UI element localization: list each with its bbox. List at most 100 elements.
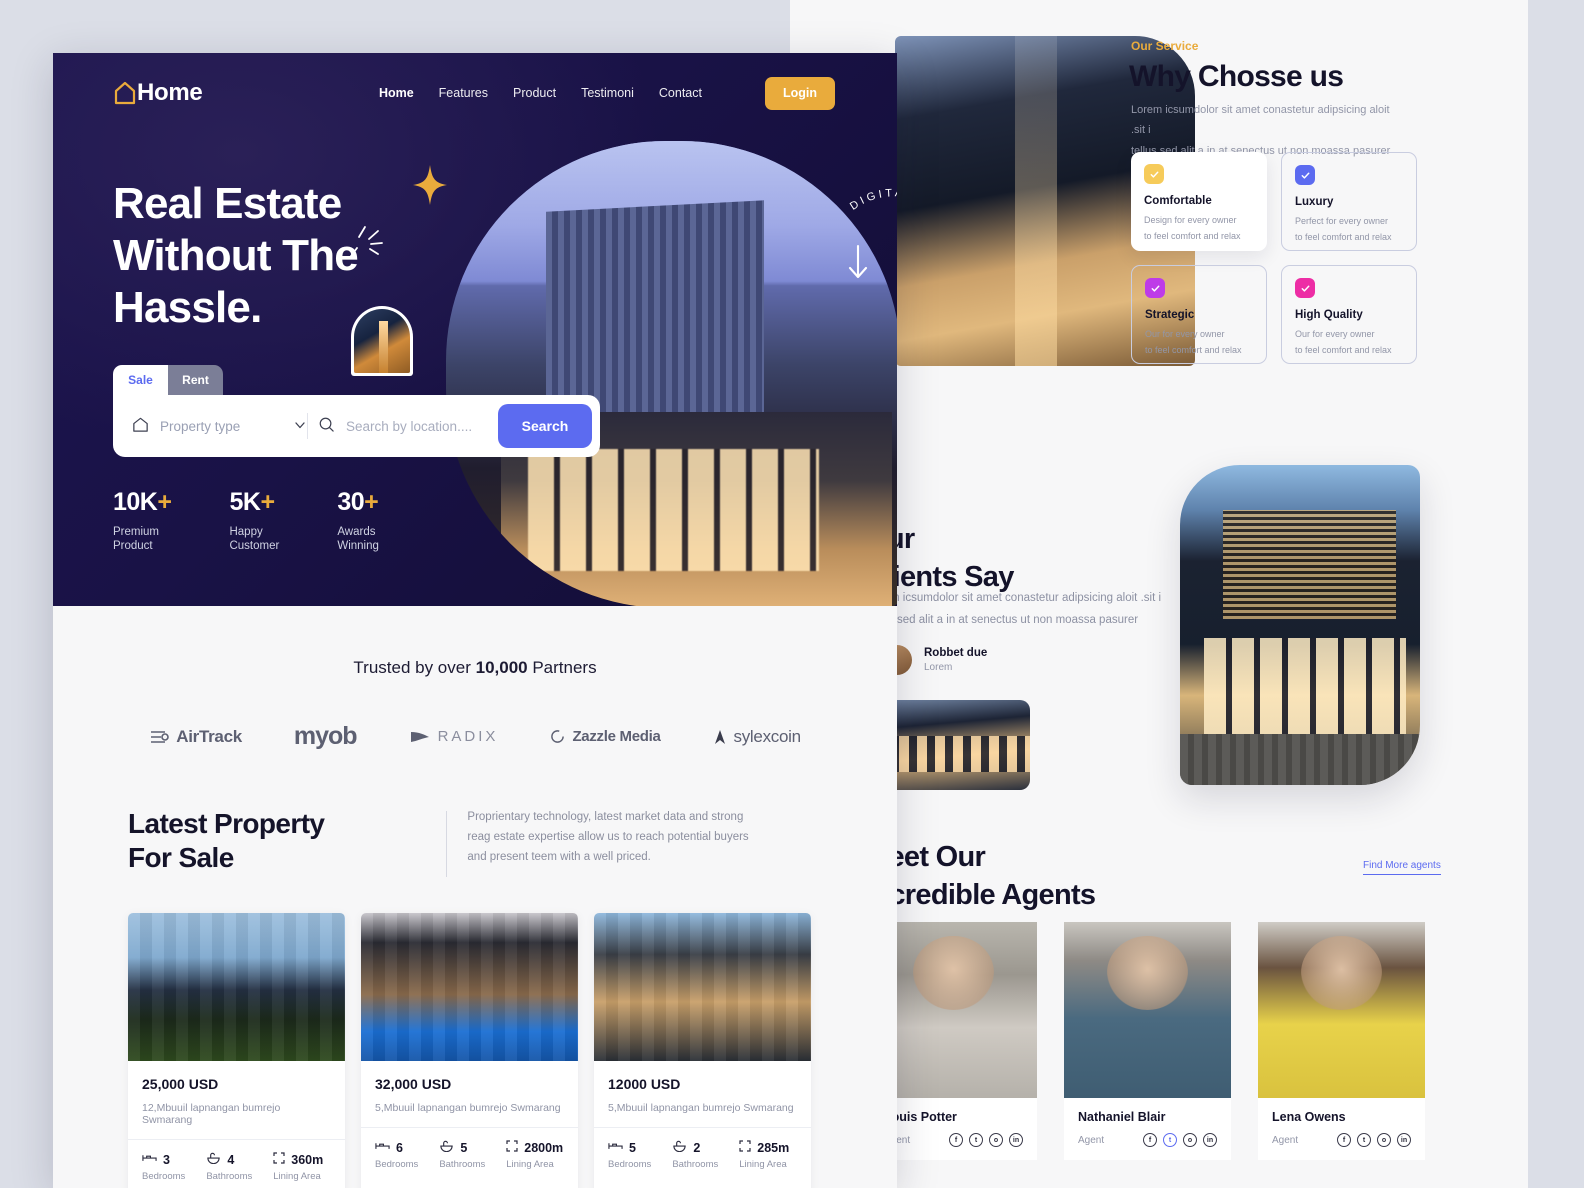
testimonial-person-role: Lorem: [924, 662, 953, 673]
chevron-down-icon: [293, 418, 307, 435]
area-icon: [506, 1140, 518, 1155]
instagram-icon[interactable]: o: [1183, 1133, 1197, 1147]
service-title: Why Chosse us: [1129, 60, 1344, 93]
facebook-icon[interactable]: f: [1337, 1133, 1351, 1147]
location-placeholder: Search by location....: [346, 418, 473, 434]
nav-item-home[interactable]: Home: [379, 86, 414, 100]
agent-card[interactable]: Nathaniel Blair Agent f t o in: [1064, 922, 1231, 1160]
latest-property-description: Proprientary technology, latest market d…: [467, 811, 749, 864]
property-price: 32,000 USD: [375, 1076, 452, 1092]
bath-icon: [672, 1140, 687, 1155]
agents-list: Louis Potter Agent f t o in Nathaniel Bl…: [870, 922, 1425, 1160]
property-price: 12000 USD: [608, 1076, 681, 1092]
service-card-text: Our for every owner to feel comfort and …: [1295, 329, 1392, 355]
hero-stats: 10K+ Premium Product 5K+ Happy Customer …: [113, 488, 379, 554]
twitter-icon[interactable]: t: [1357, 1133, 1371, 1147]
property-area: 360m Lining Area: [273, 1152, 324, 1182]
nav-item-product[interactable]: Product: [513, 86, 556, 100]
divider: [446, 811, 448, 877]
search-tabs: Sale Rent: [113, 365, 600, 395]
nav-item-features[interactable]: Features: [439, 86, 488, 100]
partner-logo-sylexcoin: sylexcoin: [713, 727, 801, 747]
service-card-comfortable[interactable]: Comfortable Design for every owner to fe…: [1131, 152, 1267, 251]
service-card-text: Design for every owner to feel comfort a…: [1144, 215, 1241, 241]
service-card-high-quality[interactable]: High Quality Our for every owner to feel…: [1281, 265, 1417, 364]
linkedin-icon[interactable]: in: [1009, 1133, 1023, 1147]
nav-links: Home Features Product Testimoni Contact …: [379, 76, 897, 110]
agent-role: Agent: [1078, 1134, 1105, 1146]
search-button[interactable]: Search: [498, 404, 592, 448]
nav-item-testimoni[interactable]: Testimoni: [581, 86, 634, 100]
tab-rent[interactable]: Rent: [168, 365, 223, 395]
linkedin-icon[interactable]: in: [1397, 1133, 1411, 1147]
tab-sale[interactable]: Sale: [113, 365, 168, 395]
property-address: 12,Mbuuil lapnangan bumrejo Swmarang: [142, 1102, 281, 1126]
stat-item: 10K+ Premium Product: [113, 488, 172, 554]
service-card-title: High Quality: [1295, 309, 1363, 321]
bed-icon: [142, 1152, 157, 1167]
testimonial-person-name: Robbet due: [924, 647, 988, 659]
instagram-icon[interactable]: o: [1377, 1133, 1391, 1147]
partner-logo-airtrack: AirTrack: [149, 727, 242, 747]
service-card-luxury[interactable]: Luxury Perfect for every owner to feel c…: [1281, 152, 1417, 251]
agent-name: Nathaniel Blair: [1078, 1110, 1166, 1124]
property-area: 285m Lining Area: [739, 1140, 790, 1170]
twitter-icon[interactable]: t: [969, 1133, 983, 1147]
stat-item: 30+ Awards Winning: [337, 488, 379, 554]
search-icon: [318, 416, 335, 436]
property-photo: [128, 913, 345, 1061]
find-more-agents-link[interactable]: Find More agents: [1363, 860, 1441, 875]
property-meta: 3 Bedrooms 4 Bathrooms 360m Lining Area: [128, 1139, 345, 1188]
stat-value: 30: [337, 488, 365, 516]
property-cards: 25,000 USD 12,Mbuuil lapnangan bumrejo S…: [128, 913, 897, 1188]
property-meta: 5 Bedrooms 2 Bathrooms 285m Lining Area: [594, 1127, 811, 1184]
bed-icon: [608, 1140, 623, 1155]
search-bar: Property type Search by location.... Sea…: [113, 395, 600, 457]
divider: [307, 413, 308, 439]
service-card-strategic[interactable]: Strategic Our for every owner to feel co…: [1131, 265, 1267, 364]
area-icon: [739, 1140, 751, 1155]
agent-social-links: f t o in: [1143, 1133, 1217, 1147]
twitter-icon[interactable]: t: [1163, 1133, 1177, 1147]
property-photo: [361, 913, 578, 1061]
agent-card[interactable]: Lena Owens Agent f t o in: [1258, 922, 1425, 1160]
hero-section: Home Home Features Product Testimoni Con…: [53, 53, 897, 606]
partners-section: Trusted by over 10,000 Partners AirTrack…: [53, 606, 897, 751]
brand-logo[interactable]: Home: [111, 78, 203, 108]
property-bedrooms: 6 Bedrooms: [375, 1140, 419, 1171]
login-button[interactable]: Login: [765, 76, 835, 110]
nav-item-contact[interactable]: Contact: [659, 86, 702, 100]
property-bathrooms: 4 Bathrooms: [206, 1152, 253, 1183]
stat-label: Awards Winning: [337, 526, 379, 553]
agent-social-links: f t o in: [1337, 1133, 1411, 1147]
facebook-icon[interactable]: f: [949, 1133, 963, 1147]
service-eyebrow: Our Service: [1131, 39, 1199, 53]
bath-icon: [439, 1140, 454, 1155]
check-icon: [1295, 165, 1315, 185]
testimonial-person: Robbet due Lorem: [882, 645, 987, 675]
property-meta: 6 Bedrooms 5 Bathrooms 2800m Lining Area: [361, 1127, 578, 1184]
property-card[interactable]: 12000 USD 5,Mbuuil lapnangan bumrejo Swm…: [594, 913, 811, 1188]
testimonial-subtitle: Lorem icsumdolor sit amet conastetur adi…: [867, 592, 1162, 626]
linkedin-icon[interactable]: in: [1203, 1133, 1217, 1147]
stat-label: Happy Customer: [229, 526, 280, 553]
check-icon: [1144, 164, 1164, 184]
bath-icon: [206, 1152, 221, 1167]
property-card[interactable]: 25,000 USD 12,Mbuuil lapnangan bumrejo S…: [128, 913, 345, 1188]
location-search-field[interactable]: Search by location....: [318, 416, 498, 436]
latest-property-title: Latest Property For Sale: [128, 808, 325, 873]
stat-value: 5K: [229, 488, 261, 516]
property-price: 25,000 USD: [142, 1076, 219, 1092]
agent-name: Lena Owens: [1272, 1110, 1346, 1124]
stat-label: Premium Product: [113, 526, 160, 553]
property-address: 5,Mbuuil lapnangan bumrejo Swmarang: [375, 1102, 561, 1114]
down-arrow-icon: [845, 243, 871, 288]
partner-logos: AirTrack myob RADIX Zazzle Media sylexco…: [53, 722, 897, 751]
instagram-icon[interactable]: o: [989, 1133, 1003, 1147]
property-card[interactable]: 32,000 USD 5,Mbuuil lapnangan bumrejo Sw…: [361, 913, 578, 1188]
hero-headline: Real Estate Without The Hassle.: [113, 179, 359, 332]
facebook-icon[interactable]: f: [1143, 1133, 1157, 1147]
property-photo: [594, 913, 811, 1061]
property-type-select[interactable]: Property type: [131, 415, 307, 437]
property-bathrooms: 2 Bathrooms: [672, 1140, 719, 1171]
